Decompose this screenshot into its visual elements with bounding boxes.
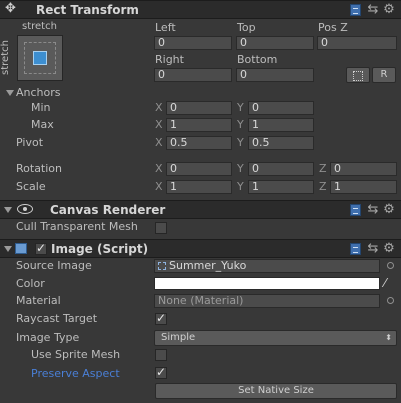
scale-x-axis-label: X [155, 180, 163, 193]
anchor-presets-button[interactable] [17, 35, 63, 81]
pivot-x-field[interactable]: 0.5 [166, 136, 232, 150]
eye-icon [17, 204, 33, 214]
image-script-foldout-arrow[interactable] [4, 246, 12, 252]
rect-transform-title: Rect Transform [36, 3, 139, 17]
right-field[interactable]: 0 [154, 68, 232, 82]
posz-label: Pos Z [318, 21, 348, 34]
left-label: Left [155, 21, 176, 34]
rotation-z-field[interactable]: 0 [330, 162, 397, 176]
rotation-label: Rotation [16, 162, 63, 175]
eyedropper-icon[interactable]: ⁄ [384, 276, 386, 290]
min-label: Min [31, 101, 51, 114]
image-type-label: Image Type [16, 331, 80, 344]
anchors-label[interactable]: Anchors [16, 86, 61, 99]
scale-y-field[interactable]: 1 [248, 180, 314, 194]
source-image-field[interactable]: Summer_Yuko [154, 259, 380, 273]
pivot-y-axis-label: Y [237, 136, 244, 149]
use-sprite-mesh-checkbox[interactable] [155, 349, 167, 361]
settings-gear-icon[interactable]: ⚙ [382, 3, 396, 17]
image-script-help-icon[interactable] [350, 243, 361, 255]
dropdown-arrows-icon: ⬍ [385, 333, 392, 342]
rotation-x-axis-label: X [155, 162, 163, 175]
set-native-size-button[interactable]: Set Native Size [155, 383, 397, 399]
image-type-value: Simple [161, 332, 196, 343]
rotation-y-field[interactable]: 0 [248, 162, 314, 176]
image-script-title: Image (Script) [51, 242, 149, 256]
material-field[interactable]: None (Material) [154, 294, 380, 308]
scale-x-field[interactable]: 1 [166, 180, 232, 194]
left-field[interactable]: 0 [154, 36, 232, 50]
posz-field[interactable]: 0 [317, 36, 397, 50]
raw-edit-button[interactable]: R [372, 67, 396, 83]
preserve-aspect-checkbox[interactable] [155, 365, 167, 379]
cull-transparent-mesh-checkbox[interactable] [155, 222, 167, 234]
image-type-dropdown[interactable]: Simple ⬍ [154, 330, 397, 346]
anchor-max-y-field[interactable]: 1 [248, 118, 314, 132]
anchors-foldout-arrow[interactable] [6, 90, 14, 96]
presets-icon[interactable]: ⇆ [366, 3, 380, 17]
bottom-label: Bottom [237, 53, 278, 66]
max-x-axis-label: X [155, 118, 163, 131]
color-label: Color [16, 277, 45, 290]
rotation-z-axis-label: Z [319, 162, 327, 175]
anchor-min-x-field[interactable]: 0 [166, 101, 232, 115]
bottom-field[interactable]: 0 [236, 68, 314, 82]
color-swatch[interactable] [154, 277, 380, 290]
raycast-target-checkbox[interactable] [155, 311, 167, 325]
scale-y-axis-label: Y [237, 180, 244, 193]
canvas-renderer-help-icon[interactable] [350, 204, 361, 216]
rotation-x-field[interactable]: 0 [166, 162, 232, 176]
pivot-label: Pivot [16, 136, 44, 149]
max-label: Max [31, 118, 54, 131]
blueprint-mode-button[interactable] [346, 67, 370, 83]
blueprint-icon [353, 71, 363, 81]
preserve-aspect-label: Preserve Aspect [31, 367, 120, 380]
anchor-max-x-field[interactable]: 1 [166, 118, 232, 132]
pivot-y-field[interactable]: 0.5 [248, 136, 314, 150]
min-y-axis-label: Y [237, 101, 244, 114]
min-x-axis-label: X [155, 101, 163, 114]
rect-transform-icon: ✥ [5, 1, 16, 16]
source-image-value: Summer_Yuko [169, 259, 247, 272]
rotation-y-axis-label: Y [237, 162, 244, 175]
image-script-gear-icon[interactable]: ⚙ [382, 242, 396, 256]
cull-transparent-mesh-label: Cull Transparent Mesh [16, 220, 138, 233]
anchor-preset-top-label: stretch [22, 21, 57, 32]
scale-label: Scale [16, 180, 46, 193]
image-script-presets-icon[interactable]: ⇆ [366, 242, 380, 256]
canvas-renderer-presets-icon[interactable]: ⇆ [366, 203, 380, 217]
anchor-preset-center-icon [33, 51, 47, 65]
source-image-label: Source Image [16, 259, 92, 272]
image-component-icon [15, 243, 27, 254]
top-label: Top [237, 21, 256, 34]
material-picker-icon[interactable] [387, 297, 394, 304]
material-label: Material [16, 294, 61, 307]
canvas-renderer-gear-icon[interactable]: ⚙ [382, 203, 396, 217]
top-field[interactable]: 0 [236, 36, 314, 50]
scale-z-axis-label: Z [319, 180, 327, 193]
use-sprite-mesh-label: Use Sprite Mesh [31, 348, 121, 361]
sprite-icon [158, 262, 166, 270]
rect-transform-header[interactable]: ✥ Rect Transform ⇆ ⚙ [0, 0, 401, 19]
canvas-renderer-title: Canvas Renderer [50, 203, 166, 217]
anchor-preset-side-label: stretch [0, 40, 11, 75]
help-book-icon[interactable] [350, 4, 361, 16]
scale-z-field[interactable]: 1 [330, 180, 397, 194]
raycast-target-label: Raycast Target [16, 312, 98, 325]
canvas-renderer-foldout-arrow[interactable] [4, 207, 12, 213]
canvas-renderer-header[interactable]: Canvas Renderer ⇆ ⚙ [0, 200, 401, 219]
max-y-axis-label: Y [237, 118, 244, 131]
source-image-picker-icon[interactable] [387, 262, 394, 269]
image-script-header[interactable]: Image (Script) ⇆ ⚙ [0, 239, 401, 258]
right-label: Right [155, 53, 184, 66]
anchor-min-y-field[interactable]: 0 [248, 101, 314, 115]
pivot-x-axis-label: X [155, 136, 163, 149]
image-script-enabled-checkbox[interactable] [35, 241, 47, 255]
